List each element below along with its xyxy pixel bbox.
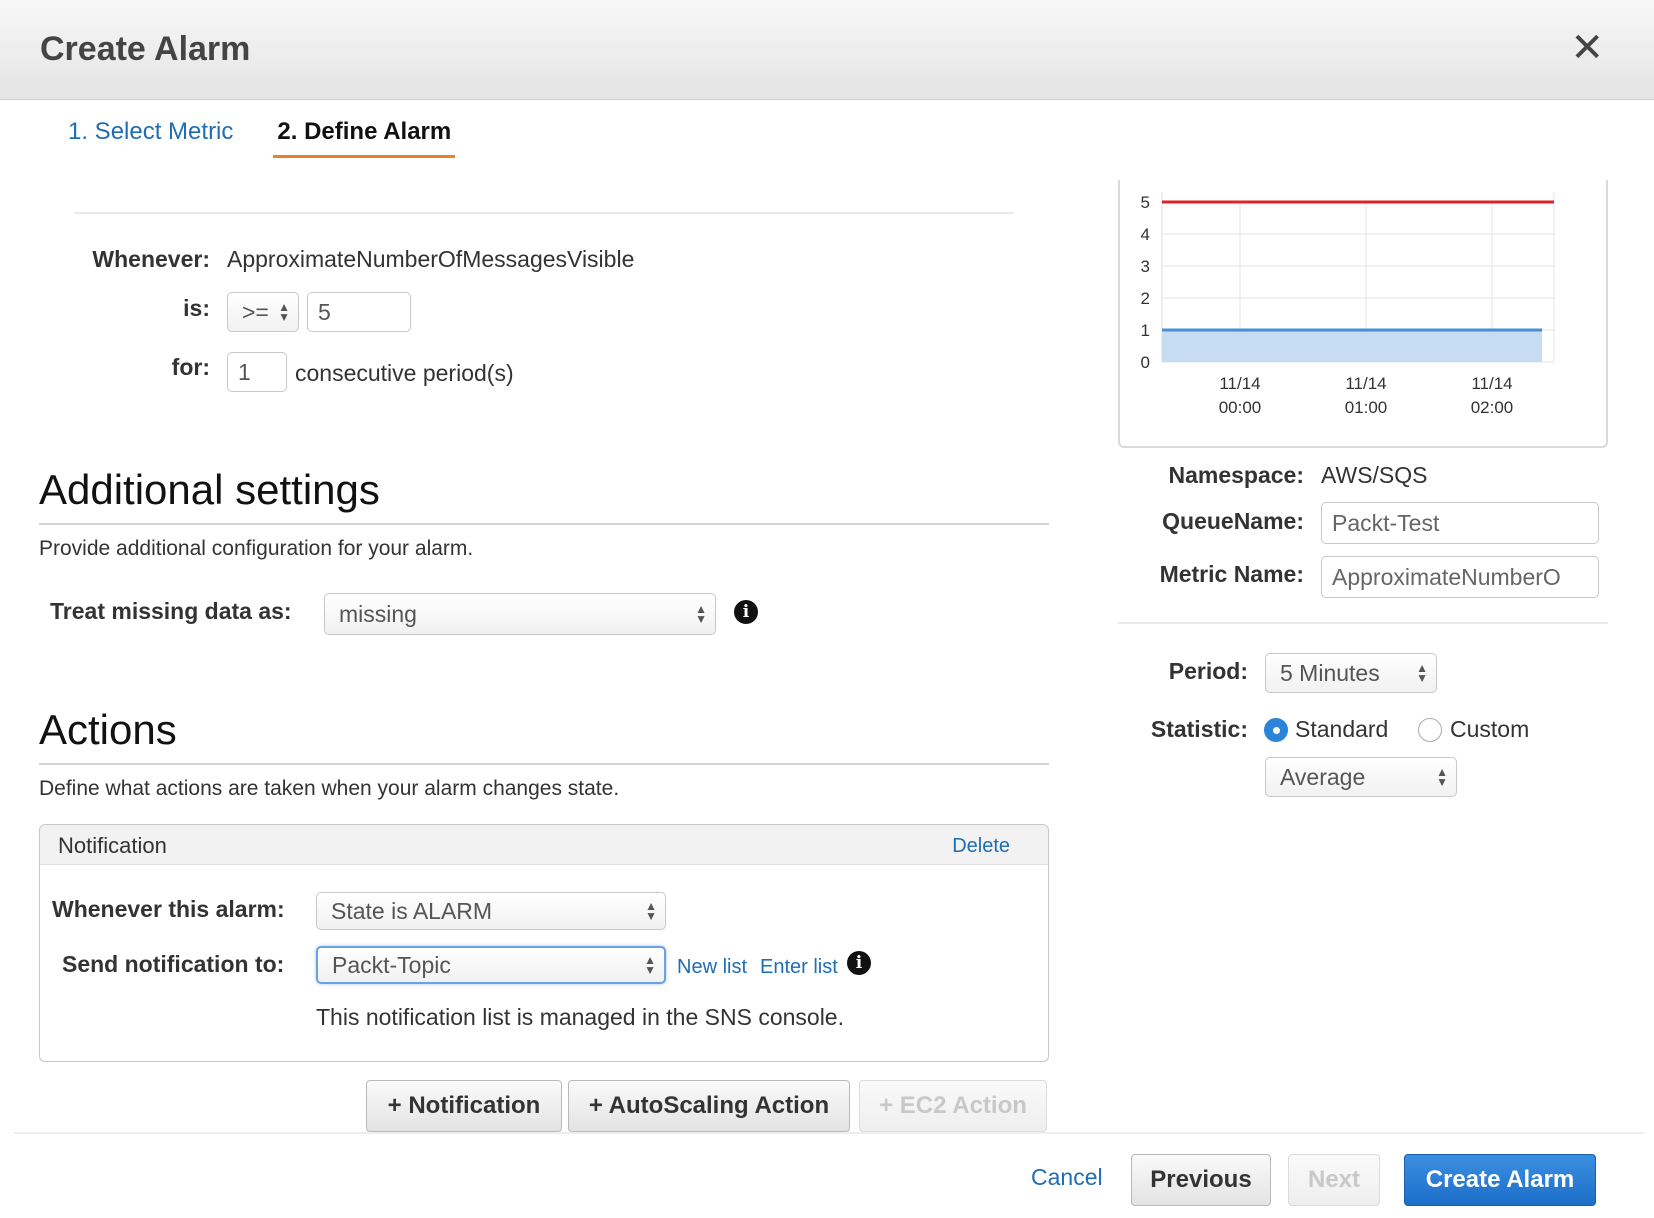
x-tick-date: 11/14 <box>1471 374 1512 393</box>
namespace-value: AWS/SQS <box>1321 462 1428 488</box>
y-tick-label: 5 <box>1141 193 1150 212</box>
metric-chart-panel: 5 4 3 2 1 0 11/14 00:00 11/14 01:00 11/14 02:00 <box>1118 180 1608 448</box>
section-divider <box>74 212 1014 214</box>
treat-missing-label: Treat missing data as: <box>50 598 292 624</box>
dialog-title: Create Alarm <box>40 30 251 68</box>
create-alarm-button[interactable]: Create Alarm <box>1404 1154 1596 1206</box>
x-tick-date: 11/14 <box>1345 374 1386 393</box>
add-ec2-action-button[interactable]: + EC2 Action <box>859 1080 1047 1132</box>
statistic-standard-label[interactable]: Standard <box>1295 716 1388 743</box>
treat-missing-value: missing <box>339 600 417 627</box>
period-value: 5 Minutes <box>1280 659 1380 686</box>
wizard-steps: 1. Select Metric 2. Define Alarm <box>68 118 456 158</box>
info-icon[interactable]: i <box>847 951 871 975</box>
create-alarm-dialog: Create Alarm ✕ 1. Select Metric 2. Defin… <box>0 0 1654 1218</box>
y-tick-label: 4 <box>1141 225 1150 244</box>
x-tick-time: 01:00 <box>1345 398 1388 417</box>
select-arrows-icon: ▲ ▼ <box>1416 661 1428 685</box>
notification-title: Notification <box>58 833 167 858</box>
series-area <box>1162 330 1542 362</box>
statistic-custom-radio[interactable] <box>1418 718 1442 742</box>
x-tick-time: 00:00 <box>1219 398 1262 417</box>
threshold-input[interactable]: 5 <box>307 292 411 332</box>
is-label: is: <box>183 295 210 321</box>
metric-chart: 5 4 3 2 1 0 11/14 00:00 11/14 01:00 11/14 02:00 <box>1141 192 1555 417</box>
additional-settings-heading: Additional settings <box>39 466 380 513</box>
statistic-custom-label[interactable]: Custom <box>1450 716 1529 743</box>
alarm-state-value: State is ALARM <box>331 897 493 924</box>
alarm-state-select[interactable]: State is ALARM ▲ ▼ <box>316 892 666 930</box>
period-label: Period: <box>1168 658 1248 684</box>
statistic-select[interactable]: Average ▲ ▼ <box>1265 757 1457 797</box>
select-arrows-icon: ▲ ▼ <box>695 602 707 626</box>
metric-name-label: Metric Name: <box>1159 561 1304 587</box>
period-select[interactable]: 5 Minutes ▲ ▼ <box>1265 653 1437 693</box>
y-tick-label: 0 <box>1141 353 1150 372</box>
topic-select[interactable]: Packt-Topic ▲ ▼ <box>316 946 666 984</box>
add-autoscaling-button[interactable]: + AutoScaling Action <box>568 1080 850 1132</box>
statistic-standard-radio[interactable] <box>1264 718 1288 742</box>
topic-value: Packt-Topic <box>332 951 451 978</box>
info-icon[interactable]: i <box>734 600 758 624</box>
add-notification-button[interactable]: + Notification <box>366 1080 562 1132</box>
footer-divider <box>14 1132 1644 1134</box>
y-tick-label: 2 <box>1141 289 1150 308</box>
queue-name-field: Packt-Test <box>1321 502 1599 544</box>
metric-name-field: ApproximateNumberO <box>1321 556 1599 598</box>
right-divider <box>1118 622 1608 624</box>
treat-missing-select[interactable]: missing ▲ ▼ <box>324 593 716 635</box>
queue-name-label: QueueName: <box>1162 508 1304 534</box>
select-arrows-icon: ▲ ▼ <box>278 300 290 324</box>
send-notification-label: Send notification to: <box>62 951 285 977</box>
step-define-alarm[interactable]: 2. Define Alarm <box>273 118 456 158</box>
metric-name-text: ApproximateNumberOfMessagesVisible <box>227 246 635 272</box>
statistic-label: Statistic: <box>1150 716 1248 742</box>
operator-value: >= <box>242 298 269 325</box>
additional-description: Provide additional configuration for you… <box>39 537 474 560</box>
step-select-metric[interactable]: 1. Select Metric <box>68 118 233 158</box>
y-tick-label: 3 <box>1141 257 1150 276</box>
sns-managed-note: This notification list is managed in the… <box>316 1004 844 1030</box>
select-arrows-icon: ▲ ▼ <box>1436 765 1448 789</box>
periods-suffix: consecutive period(s) <box>295 360 514 386</box>
cancel-link[interactable]: Cancel <box>1031 1164 1103 1191</box>
enter-list-link[interactable]: Enter list <box>760 956 838 979</box>
actions-description: Define what actions are taken when your … <box>39 777 620 800</box>
delete-notification-link[interactable]: Delete <box>952 835 1010 858</box>
statistic-value: Average <box>1280 763 1366 790</box>
dialog-header: Create Alarm ✕ <box>0 0 1654 100</box>
x-tick-date: 11/14 <box>1219 374 1260 393</box>
previous-button[interactable]: Previous <box>1131 1154 1271 1206</box>
namespace-label: Namespace: <box>1168 462 1304 488</box>
periods-input[interactable]: 1 <box>227 352 287 392</box>
whenever-alarm-label: Whenever this alarm: <box>52 896 285 922</box>
select-arrows-icon: ▲ ▼ <box>644 953 656 977</box>
whenever-label: Whenever: <box>92 246 210 272</box>
additional-divider <box>39 523 1049 525</box>
operator-select[interactable]: >= ▲ ▼ <box>227 292 299 332</box>
notification-header: Notification Delete <box>40 825 1048 865</box>
actions-divider <box>39 763 1049 765</box>
close-icon[interactable]: ✕ <box>1570 28 1604 68</box>
for-label: for: <box>171 354 210 380</box>
x-tick-time: 02:00 <box>1471 398 1514 417</box>
select-arrows-icon: ▲ ▼ <box>645 899 657 923</box>
next-button[interactable]: Next <box>1288 1154 1380 1206</box>
y-tick-label: 1 <box>1141 321 1150 340</box>
actions-heading: Actions <box>39 706 177 753</box>
new-list-link[interactable]: New list <box>677 956 747 979</box>
